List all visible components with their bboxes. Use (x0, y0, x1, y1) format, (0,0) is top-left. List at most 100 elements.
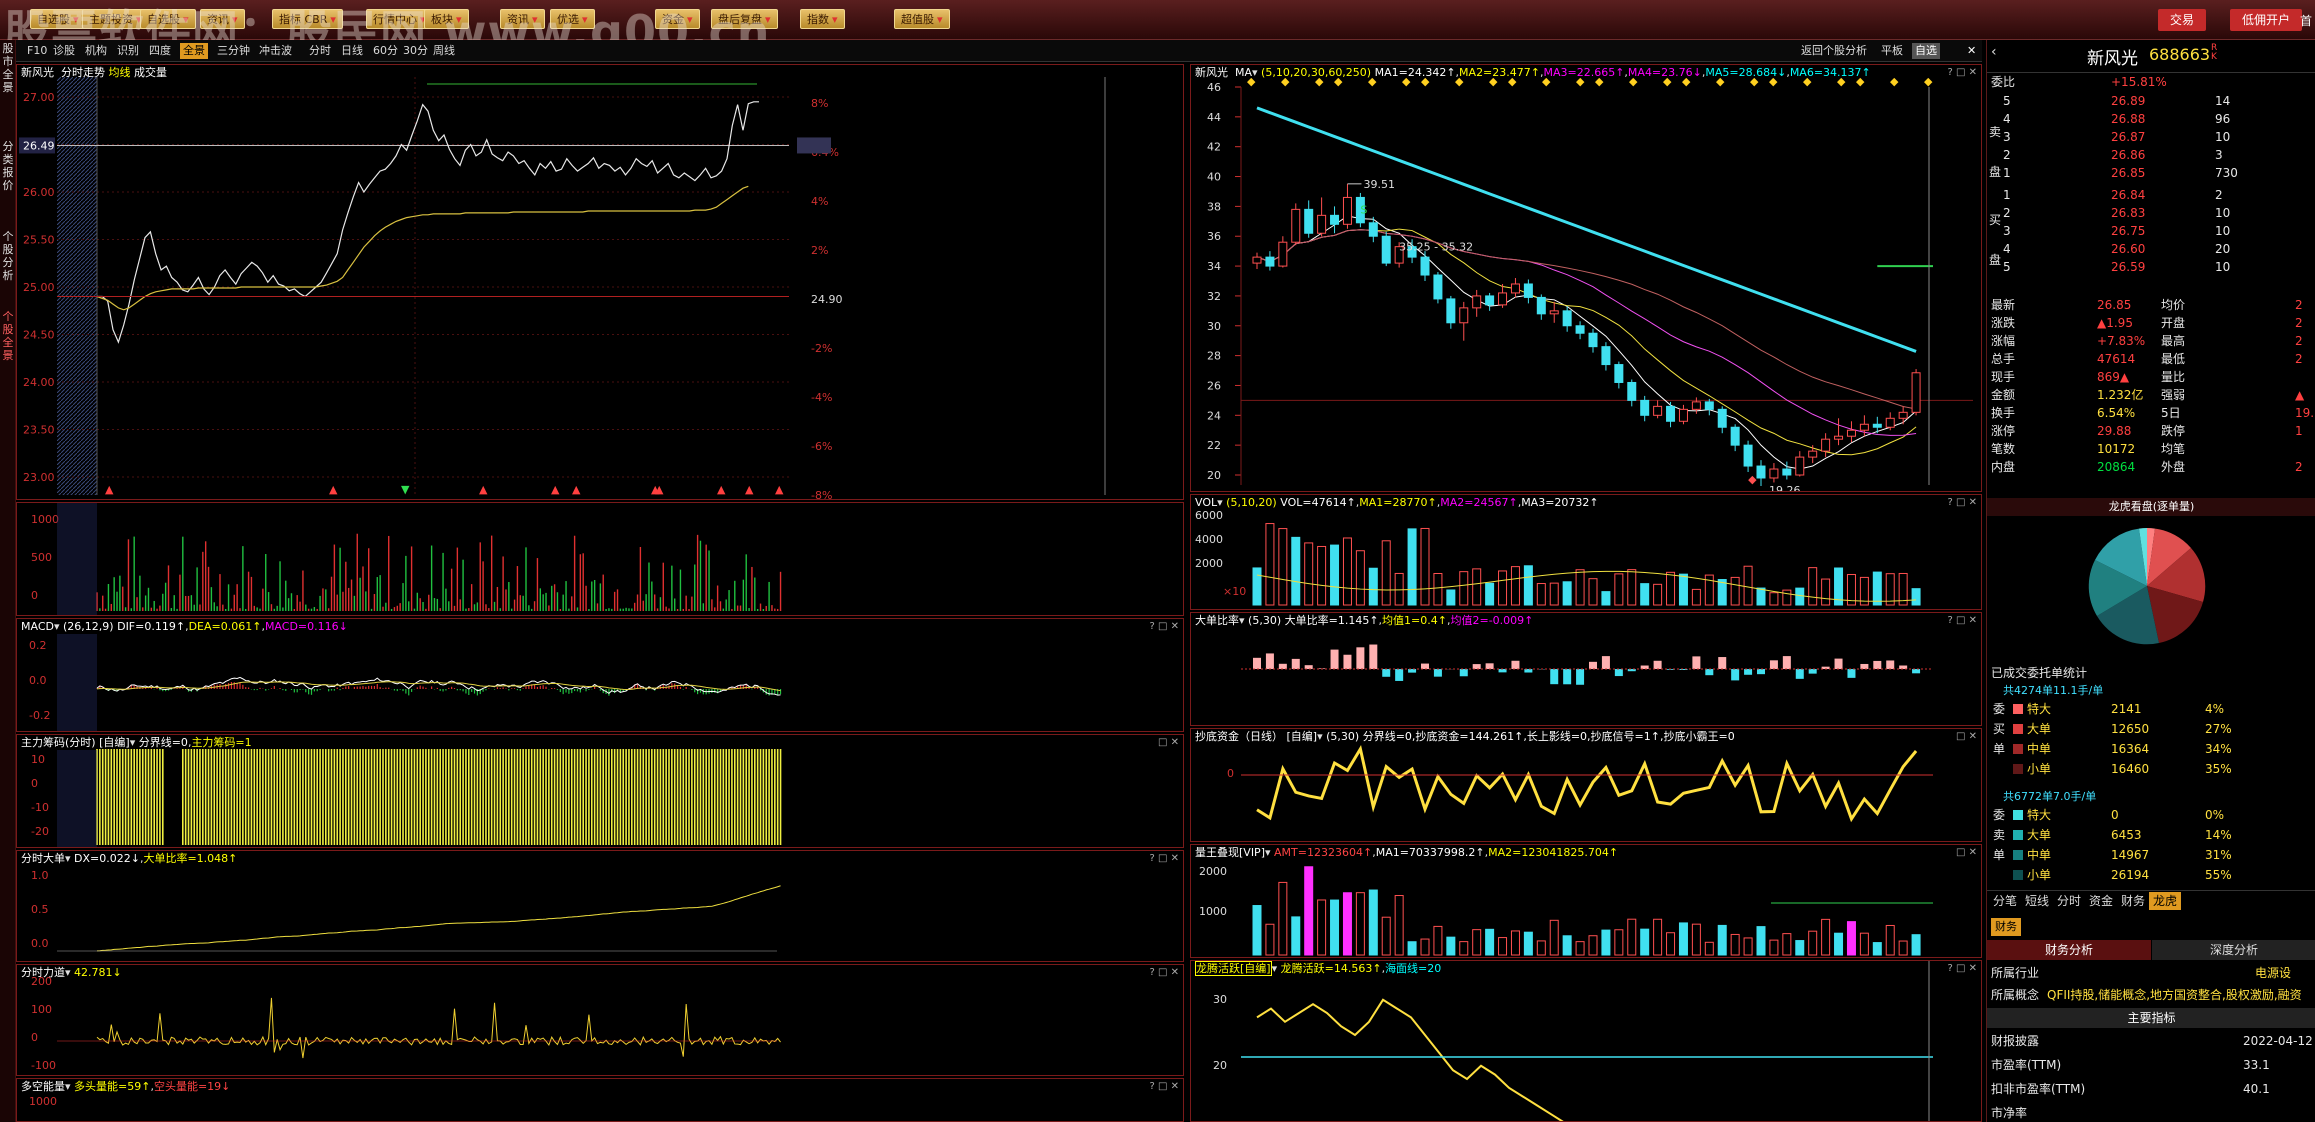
toolbar-item-8[interactable]: 分时 (306, 43, 334, 59)
bid-row[interactable]: 1 26.84 2 (1987, 186, 2315, 204)
toolbar-item-0[interactable]: F10 (24, 43, 50, 59)
amt-bar (1304, 866, 1314, 956)
ratio-bar (1757, 669, 1765, 675)
amt-bar (1381, 916, 1391, 956)
menu-button-2[interactable]: 自选股 ▾ (140, 9, 196, 29)
trade-button[interactable]: 交易 (2158, 9, 2207, 31)
toolbar-item-12[interactable]: 周线 (430, 43, 458, 59)
menu-button-8[interactable]: 优选 ▾ (550, 9, 595, 29)
intraday-volume-pane[interactable]: 1000 500 0 (16, 502, 1184, 616)
candle-body (1911, 372, 1921, 413)
intraday-price-pane[interactable]: 新风光 分时走势 均线 成交量 27.0026.5026.0025.5025.0… (16, 64, 1184, 500)
kline-volume-chart: 6000 4000 2000 ×10 (1195, 509, 1921, 606)
left-nav-item-3[interactable]: 个股全景 (2, 310, 14, 362)
ask-row[interactable]: 4 26.88 96 (1987, 110, 2315, 128)
menu-button-9[interactable]: 资金 ▾ (655, 9, 700, 29)
macd-pane[interactable]: MACD▾ (26,12,9) DIF=0.119↑,DEA=0.061↑,MA… (16, 618, 1184, 732)
vol-axis-label: 0 (31, 589, 38, 602)
toolbar-item-5[interactable]: 全景 (180, 43, 208, 59)
toolbar-item-6[interactable]: 三分钟 (214, 43, 253, 59)
menu-button-0[interactable]: 自选股 ▾ (30, 9, 86, 29)
long-short-header: 多空能量▾ 多头量能=59↑,空头量能=19↓ (21, 1080, 231, 1093)
pre-market-hatch (57, 503, 97, 615)
ratio-bar (1421, 663, 1429, 669)
left-nav-item-2[interactable]: 个股分析 (2, 230, 14, 282)
amt-bar (1821, 918, 1831, 956)
kvol-axis-label: 2000 (1195, 557, 1223, 570)
kvol-bar (1769, 592, 1779, 606)
open-account-button[interactable]: 低佣开户 (2230, 9, 2303, 31)
back-to-analysis-link[interactable]: 返回个股分析 (1798, 43, 1870, 59)
vol-axis-label: 500 (31, 551, 52, 564)
finance-button[interactable]: 财务 (1991, 918, 2021, 936)
watchlist-dropdown[interactable]: 自选 (1912, 43, 1940, 59)
dragon-axis-label: 20 (1213, 1059, 1227, 1072)
tab-5[interactable]: 龙虎 (2149, 892, 2182, 910)
menu-button-7[interactable]: 资讯 ▾ (500, 9, 545, 29)
tab-1[interactable]: 短线 (2021, 892, 2053, 910)
ratio-bar (1731, 669, 1740, 681)
bid-row[interactable]: 2 26.83 10 (1987, 204, 2315, 222)
price-axis-label: 23.00 (23, 471, 55, 484)
bid-row[interactable]: 3 26.75 10 (1987, 222, 2315, 240)
quote-panel: ‹ 新风光 688663 RK 委比 +15.81% 5 26.89 14 4 26.8… (1986, 40, 2315, 1122)
toolbar-item-1[interactable]: 诊股 (50, 43, 78, 59)
ask-row[interactable]: 5 26.89 14 (1987, 92, 2315, 110)
left-nav-item-1[interactable]: 分类报价 (2, 140, 14, 192)
more-label[interactable]: 首 (2300, 12, 2312, 29)
amt-bar (1601, 929, 1611, 956)
tab-4[interactable]: 财务 (2117, 892, 2149, 910)
amt-bar (1678, 922, 1688, 956)
amt-bar (1355, 892, 1365, 956)
volume-king-pane[interactable]: 量王叠现[VIP]▾ AMT=12323604↑,MA1=70337998.2↑… (1190, 844, 1982, 958)
tab-0[interactable]: 分笔 (1989, 892, 2021, 910)
finance-analysis-tab[interactable]: 财务分析 (1987, 940, 2151, 960)
long-short-pane[interactable]: 多空能量▾ 多头量能=59↑,空头量能=19↓ ? □ ✕ 1000 (16, 1078, 1184, 1122)
kline-volume-pane[interactable]: VOL▾ (5,10,20) VOL=47614↑,MA1=28770↑,MA2… (1190, 494, 1982, 610)
ratio-bar (1395, 669, 1404, 681)
kvol-bar (1911, 588, 1921, 606)
menu-button-12[interactable]: 超值股 ▾ (894, 9, 950, 29)
dragon-active-header: 龙腾活跃[自编]▾ 龙腾活跃=14.563↑,海面线=20 (1195, 961, 1442, 976)
close-x-icon[interactable]: ✕ (1964, 43, 1979, 59)
toolbar-item-10[interactable]: 60分 (370, 43, 401, 59)
toolbar-item-3[interactable]: 识别 (114, 43, 142, 59)
big-order-pane[interactable]: 分时大单▾ DX=0.022↓,大单比率=1.048↑ ? □ ✕ 1.0 0.5… (16, 850, 1184, 962)
kvol-bar (1317, 545, 1327, 606)
bid-row[interactable]: 5 26.59 10 (1987, 258, 2315, 276)
amt-bar (1420, 938, 1430, 956)
menu-button-6[interactable]: 板块 ▾ (424, 9, 469, 29)
big-ratio-pane[interactable]: 大单比率▾ (5,30) 大单比率=1.145↑,均值1=0.4↑,均值2=-0… (1190, 612, 1982, 726)
menu-button-5[interactable]: 行情中心 ▾ (366, 9, 433, 29)
deep-analysis-tab[interactable]: 深度分析 (2152, 940, 2315, 960)
dragon-active-pane[interactable]: 龙腾活跃[自编]▾ 龙腾活跃=14.563↑,海面线=20 ? □ ✕ 30 20 (1190, 960, 1982, 1122)
force-pane[interactable]: 分时力道▾ 42.781↓ ? □ ✕ 200 100 0 -100 (16, 964, 1184, 1076)
kvol-bar (1472, 568, 1482, 606)
candle-body (1640, 399, 1650, 416)
toolbar-item-11[interactable]: 30分 (400, 43, 431, 59)
back-arrow-icon[interactable]: ‹ (1991, 44, 1997, 60)
toolbar-item-9[interactable]: 日线 (338, 43, 366, 59)
tab-2[interactable]: 分时 (2053, 892, 2085, 910)
ask-row[interactable]: 1 26.85 730 (1987, 164, 2315, 182)
menu-button-10[interactable]: 盘后复盘 ▾ (711, 9, 778, 29)
toolbar-item-2[interactable]: 机构 (82, 43, 110, 59)
bid-row[interactable]: 4 26.60 20 (1987, 240, 2315, 258)
flat-button[interactable]: 平板 (1878, 43, 1906, 59)
toolbar-item-7[interactable]: 冲击波 (256, 43, 295, 59)
ratio-bar (1343, 654, 1352, 669)
daily-kline-pane[interactable]: 新风光 MA▾ (5,10,20,30,60,250) MA1=24.342↑,… (1190, 64, 1982, 492)
main-chips-chart: 10 0 -10 -20 (31, 749, 782, 847)
ask-row[interactable]: 3 26.87 10 (1987, 128, 2315, 146)
menu-button-1[interactable]: 主题投资 ▾ (82, 9, 149, 29)
toolbar-item-4[interactable]: 四度 (146, 43, 174, 59)
menu-button-3[interactable]: 资讯 ▾ (200, 9, 245, 29)
amt-bar (1704, 941, 1714, 956)
menu-button-4[interactable]: 指标 CBR ▾ (272, 9, 343, 29)
menu-button-11[interactable]: 指数 ▾ (800, 9, 845, 29)
tab-3[interactable]: 资金 (2085, 892, 2117, 910)
main-chips-pane[interactable]: 主力筹码(分时) [自编]▾ 分界线=0,主力筹码=1 □ ✕ 10 0 -10 -2… (16, 734, 1184, 848)
ask-row[interactable]: 2 26.86 3 (1987, 146, 2315, 164)
bottom-fund-pane[interactable]: 抄底资金（日线） [自编]▾ (5,30) 分界线=0,抄底资金=144.261… (1190, 728, 1982, 842)
left-nav-item-0[interactable]: 股市全景 (2, 42, 14, 94)
